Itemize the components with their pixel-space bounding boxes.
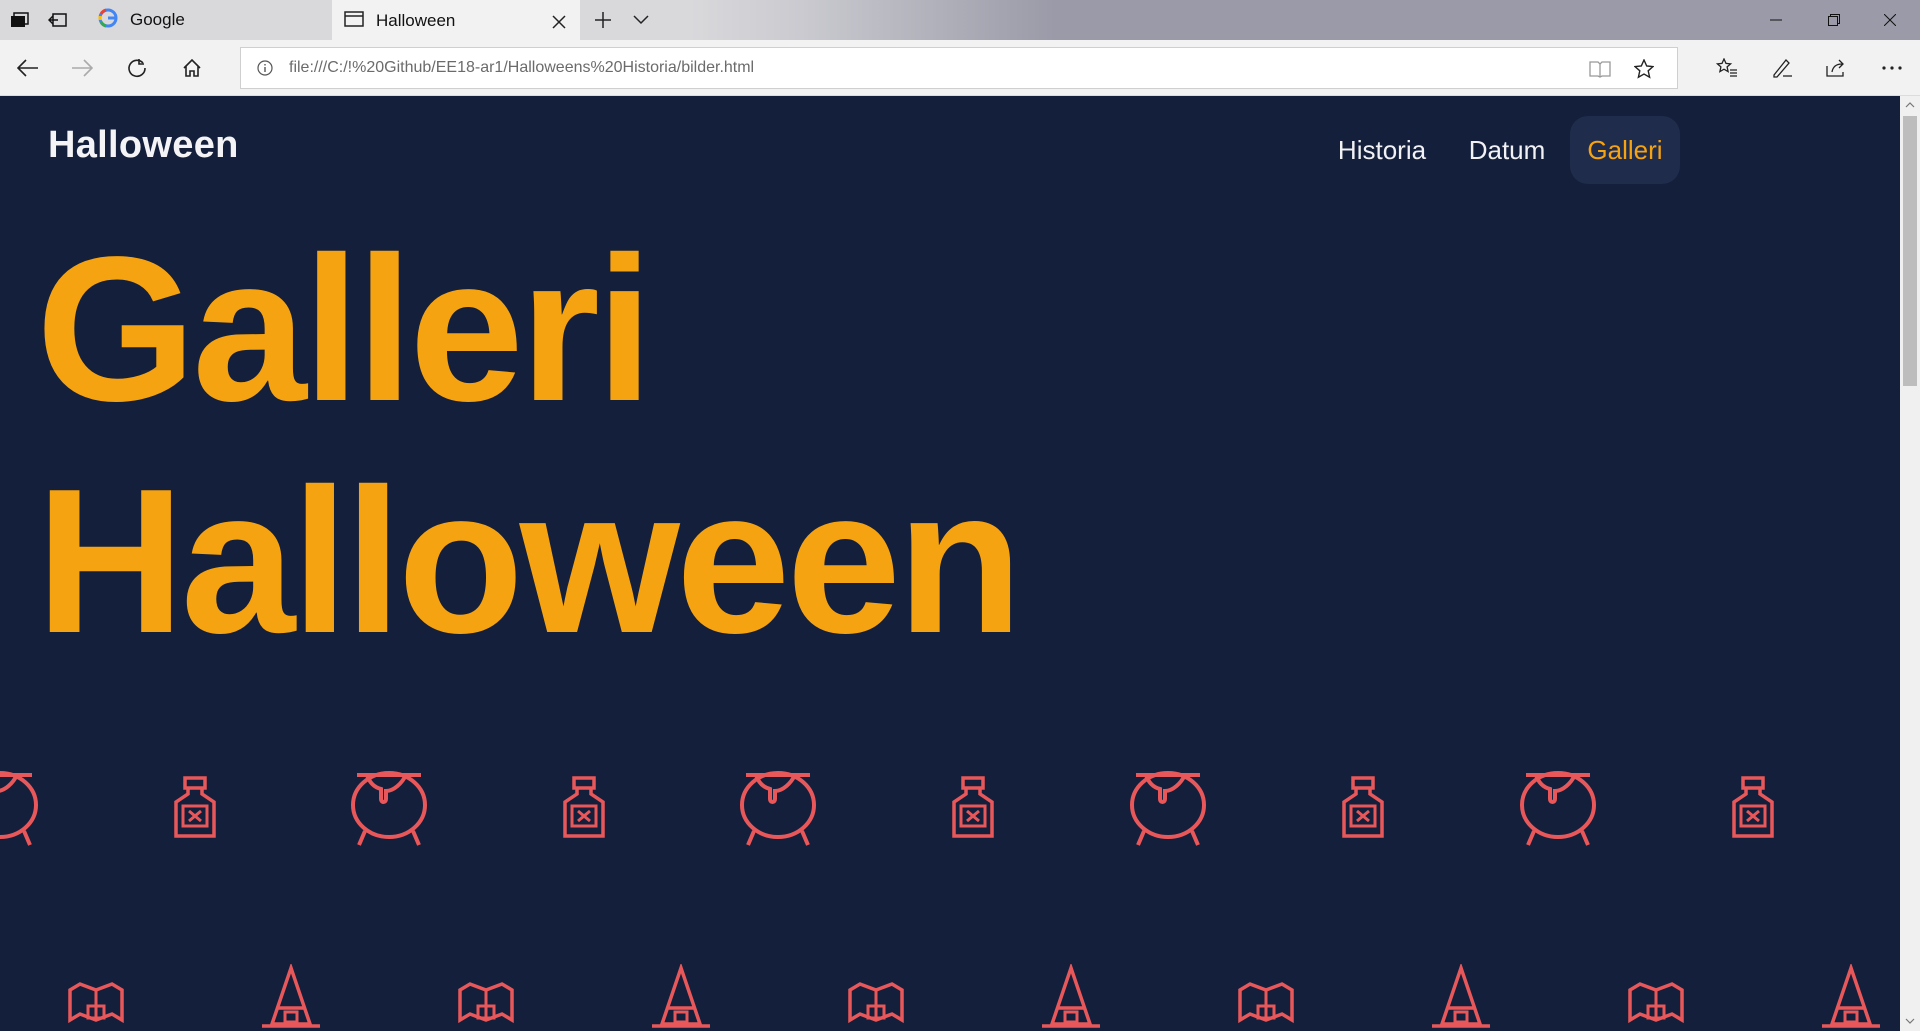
tab-label: Halloween [376,11,456,30]
forward-icon[interactable] [64,50,100,86]
restore-icon[interactable] [1806,0,1862,40]
share-icon[interactable] [1818,50,1854,86]
cauldron-icon [1518,766,1598,846]
scroll-down-icon[interactable] [1903,1014,1917,1028]
info-icon[interactable] [255,58,275,78]
bat-icon [66,976,126,1026]
close-window-icon[interactable] [1862,0,1918,40]
bat-icon [1626,976,1686,1026]
scrollbar-thumb[interactable] [1903,116,1917,386]
poison-bottle-icon [1337,776,1389,838]
hero-title-line-1: Galleri [36,214,653,444]
bat-icon [456,976,516,1026]
minimize-icon[interactable] [1748,0,1804,40]
google-icon [98,8,118,33]
close-tab-icon[interactable] [548,11,570,33]
more-options-icon[interactable] [1874,50,1910,86]
home-icon[interactable] [174,50,210,86]
browser-titlebar: Google Halloween [0,0,1920,40]
poison-bottle-icon [169,776,221,838]
nav-link-datum[interactable]: Datum [1456,116,1558,184]
page-icon [344,10,364,32]
favorite-star-icon[interactable] [1631,56,1657,82]
witch-hat-icon [258,964,324,1030]
address-text[interactable]: file:///C:/!%20Github/EE18-ar1/Halloween… [289,59,754,77]
back-icon[interactable] [10,50,46,86]
cauldron-icon [1128,766,1208,846]
cauldron-icon [0,766,40,846]
scroll-up-icon[interactable] [1903,98,1917,112]
vertical-scrollbar[interactable] [1900,96,1920,1031]
hero-title-line-2: Halloween [36,446,1023,676]
witch-hat-icon [1818,964,1884,1030]
refresh-icon[interactable] [119,50,155,86]
tab-halloween[interactable]: Halloween [332,0,580,40]
bat-icon [846,976,906,1026]
nav-link-galleri[interactable]: Galleri [1570,116,1680,184]
cauldron-icon [738,766,818,846]
witch-hat-icon [1038,964,1104,1030]
poison-bottle-icon [947,776,999,838]
witch-hat-icon [1428,964,1494,1030]
poison-bottle-icon [558,776,610,838]
page-content: Halloween Historia Datum Galleri Galleri… [0,96,1900,1031]
tab-label: Google [130,10,185,29]
new-tab-icon[interactable] [590,7,616,33]
site-brand[interactable]: Halloween [48,124,239,167]
pen-notes-icon[interactable] [1764,50,1800,86]
set-tabs-aside-icon[interactable] [46,8,70,32]
poison-bottle-icon [1727,776,1779,838]
witch-hat-icon [648,964,714,1030]
browser-toolbar: file:///C:/!%20Github/EE18-ar1/Halloween… [0,40,1920,96]
chevron-down-icon[interactable] [628,7,654,33]
tab-google[interactable]: Google [82,0,330,40]
favorites-list-icon[interactable] [1709,50,1745,86]
bat-icon [1236,976,1296,1026]
nav-link-historia[interactable]: Historia [1322,116,1442,184]
address-bar[interactable]: file:///C:/!%20Github/EE18-ar1/Halloween… [240,47,1678,89]
cauldron-icon [349,766,429,846]
tab-manager-icon[interactable] [8,8,32,32]
reading-view-icon[interactable] [1587,56,1613,82]
